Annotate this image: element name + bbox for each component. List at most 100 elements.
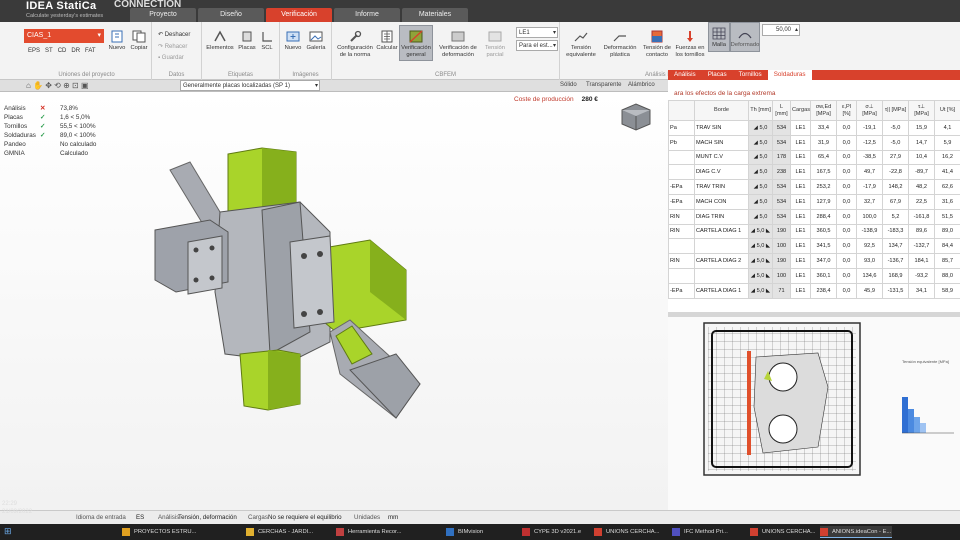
table-row[interactable]: -EPa MACH CON ◢ 5,0 534 LE1 127,9 0,0 32,7 67,9 2… [668,193,960,210]
tab-proyecto[interactable]: Proyecto [130,8,196,22]
table-row[interactable]: ◢ 5,0 ◣ 100 LE1 341,5 0,0 92,5 134,7 -132,7 84,4 [668,238,960,255]
table-row[interactable]: RIN DIAG TRIN ◢ 5,0 534 LE1 288,4 0,0 100,0 5,2-… [668,208,960,225]
verificacion-general-button[interactable]: Verificación general [399,25,433,61]
table-row[interactable]: RIN CARTELA DIAG 1 ◢ 5,0 ◣ 190 LE1 360,5 0,0 -1… [668,223,960,240]
para-el-est-dropdown[interactable]: Para el est... ▾ [516,40,558,51]
windows-start-icon[interactable]: ⊞ [4,526,12,537]
deformacion-plastica-button[interactable]: Deformación plástica [600,30,640,58]
view-mode-solid[interactable]: Sólido [560,82,577,88]
tension-parcial-button[interactable]: Tensión parcial [482,30,508,58]
table-cell: 0,0 [836,223,857,240]
bolt [301,253,307,259]
project-select[interactable]: CIAS_1 ▾ [24,29,104,43]
status-loads[interactable]: No se requiere el equilibrio [268,514,342,521]
mini-tab-st[interactable]: ST [45,48,53,54]
results-tab-placas[interactable]: Placas [702,70,733,80]
table-cell: 92,5 [856,238,883,255]
right-endplate [289,235,335,329]
table-row[interactable]: ◢ 5,0 ◣ 100 LE1 360,1 0,0 134,6 168,9 -93,2 88,0 [668,267,960,284]
copiar-label: Copiar [130,45,148,51]
mini-tab-dr[interactable]: DR [71,48,80,54]
weld-edge-cell: DIAG TRIN [694,208,749,225]
taskbar-item[interactable]: IFC Method Pri... [672,526,742,538]
taskbar-item[interactable]: PROYECTOS ESTRU... [122,526,196,538]
brand-tagline: Calculate yesterday's estimates [26,13,104,19]
nuevo-imagen-button[interactable]: Nuevo [283,30,303,52]
malla-button[interactable]: Malla [708,22,730,52]
calculate-icon [381,30,393,43]
calcular-button[interactable]: Calcular [376,30,398,52]
deformation-scale-input[interactable]: 50,00 ▴ [762,24,800,36]
status-analysis-label: Análisis [158,514,180,521]
taskbar-item[interactable]: CERCHAS - JARDI... [246,526,313,538]
table-cell: 0,0 [836,238,857,255]
nuevo-imagen-label: Nuevo [284,45,302,51]
mini-tab-fat[interactable]: FAT [85,48,96,54]
deformado-button[interactable]: Deformado [730,22,760,52]
taskbar-item[interactable]: CYPE 3D v2021.e [522,526,588,538]
tab-diseno[interactable]: Diseño [198,8,264,22]
fuerzas-tornillos-button[interactable]: Fuerzas en los tornillos [674,30,706,58]
table-row[interactable]: MUNT C.V ◢ 5,0 178 LE1 65,4 0,0 -38,5 27,9 10,4 1… [668,149,960,166]
table-row[interactable]: Pa TRAV SIN ◢ 5,0 534 LE1 33,4 0,0 -19,1 -5,0 15,… [668,120,960,136]
configuracion-label: Configuración de la norma [337,45,373,58]
verificacion-deformacion-button[interactable]: Verificación de deformación [436,30,480,58]
weld-detail-view[interactable]: Tensión equivalente [MPa] [668,317,960,510]
taskbar-item[interactable]: BIMvision [446,526,496,538]
galeria-button[interactable]: Galería [305,30,327,52]
bolt [193,247,199,253]
tab-verificacion[interactable]: Verificación [266,8,332,22]
scl-button[interactable]: SCL [258,30,276,52]
table-cell: 89,0 [934,223,960,240]
guardar-button[interactable]: ▪ Guardar [158,55,184,61]
new-image-icon [286,31,300,42]
table-cell: 341,5 [810,238,837,255]
weld-item-cell [668,267,695,284]
table-row[interactable]: -EPa TRAV TRIN ◢ 5,0 534 LE1 253,2 0,0 -17,9 148… [668,179,960,195]
elementos-button[interactable]: Elementos [204,30,236,52]
table-row[interactable]: -EPa CARTELA DIAG 1 ◢ 5,0 ◣ 71 LE1 238,4 0,0 45… [668,282,960,299]
table-cell: 58,9 [934,282,960,299]
results-tab-soldaduras[interactable]: Soldaduras [767,70,812,80]
table-cell: 85,7 [934,253,960,269]
deshacer-button[interactable]: ↶ Deshacer [158,31,190,38]
taskbar-item[interactable]: UNIONS CERCHA... [750,526,816,538]
results-tab-tornillos[interactable]: Tornillos [733,70,768,80]
table-cell: 22,5 [908,193,935,210]
view-tools-icons[interactable]: ⌂ ✋ ✥ ⟲ ⊕ ⊡ ▣ [26,81,89,90]
brand-name: IDEA StatiCa [26,0,97,12]
view-mode-transparent[interactable]: Transparente [586,82,621,88]
load-combination-dropdown[interactable]: LE1 ▾ [516,27,558,38]
weld-edge-cell: DIAG C.V [694,164,749,181]
table-cell: -136,7 [882,253,909,269]
table-row[interactable]: Pb MACH SIN ◢ 5,0 534 LE1 31,9 0,0 -12,5 -5,0 14,… [668,134,960,151]
app-icon [336,528,344,536]
status-lang[interactable]: ES [136,514,144,521]
table-cell: 0,0 [836,179,857,195]
results-tab-analisis[interactable]: Análisis [668,70,702,80]
nuevo-button[interactable]: Nuevo [107,30,127,52]
taskbar-item[interactable]: UNIONS CERCHA... [594,526,662,538]
tab-materiales[interactable]: Materiales [402,8,468,22]
table-cell: LE1 [790,120,811,136]
placas-button[interactable]: Placas [237,30,257,52]
taskbar-item-active[interactable]: ANIONS.ideaCon - E... [820,526,892,538]
weld-edge-cell: TRAV SIN [694,120,749,136]
view-mode-wireframe[interactable]: Alámbrico [628,82,655,88]
mini-tab-eps[interactable]: EPS [28,48,40,54]
tension-equivalente-button[interactable]: Tensión equivalente [564,30,598,58]
configuracion-norma-button[interactable]: Configuración de la norma [334,30,376,58]
table-row[interactable]: RIN CARTELA DIAG 2 ◢ 5,0 ◣ 190 LE1 347,0 0,0 93… [668,253,960,269]
mini-tab-cd[interactable]: CD [58,48,67,54]
taskbar-item[interactable]: Herramienta Recor... [336,526,406,538]
status-analysis[interactable]: Tensión, deformación [178,514,237,521]
plates-icon [242,31,252,42]
status-units[interactable]: mm [388,514,398,521]
rehacer-button[interactable]: ↷ Rehacer [158,43,187,50]
copiar-button[interactable]: Copiar [129,30,149,52]
new-connection-icon [111,30,123,43]
tab-informe[interactable]: Informe [334,8,400,22]
table-row[interactable]: DIAG C.V ◢ 5,0 238 LE1 167,5 0,0 49,7 -22,8 -89,… [668,164,960,181]
tension-contacto-button[interactable]: Tensión de contacto [642,30,672,58]
load-case-dropdown[interactable]: Generalmente placas localizadas (SP 1) ▾ [180,80,320,91]
